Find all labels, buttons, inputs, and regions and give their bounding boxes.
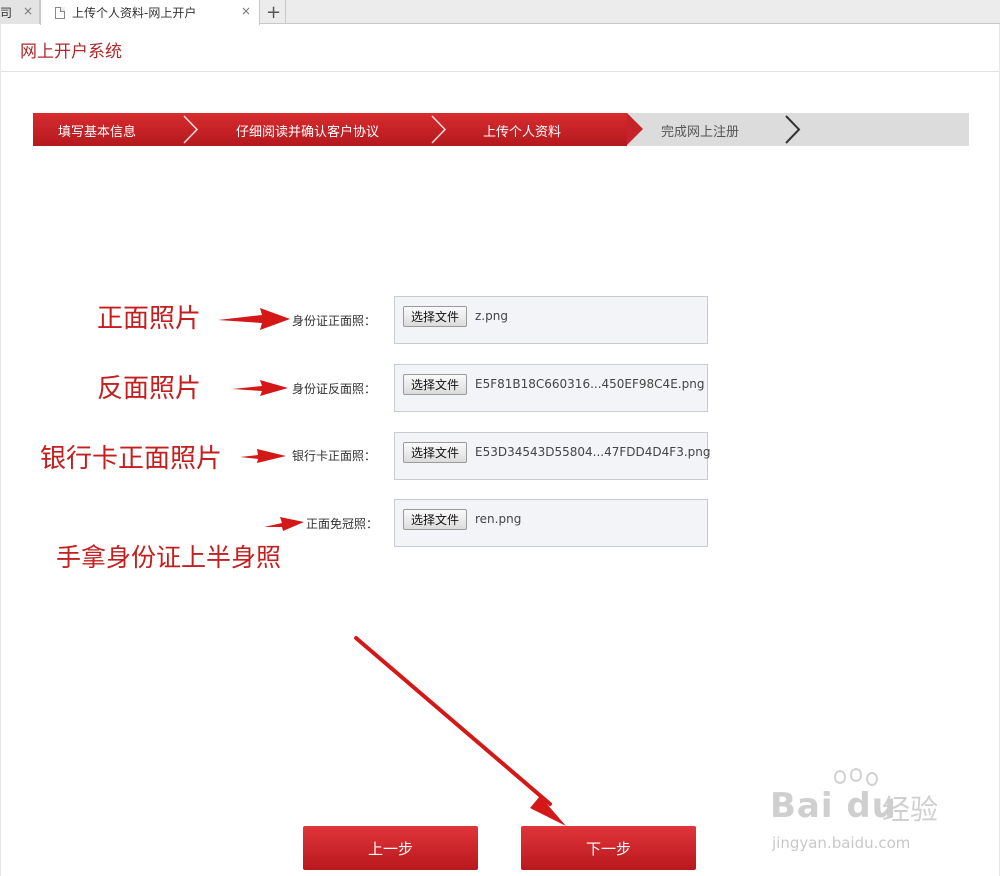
selected-file-name: E53D34543D55804...47FDD4D4F3.png	[475, 445, 711, 459]
bank-card-front-label: 银行卡正面照：	[292, 449, 377, 463]
selected-file-name: E5F81B18C660316...450EF98C4E.png	[475, 377, 705, 391]
id-back-label: 身份证反面照：	[292, 382, 377, 396]
new-tab-button[interactable]: +	[262, 0, 286, 24]
browser-tab-bar: 司 × 上传个人资料-网上开户 × +	[0, 0, 1000, 25]
annotation-bank-card-photo: 银行卡正面照片	[40, 444, 223, 474]
close-icon[interactable]: ×	[241, 4, 251, 18]
step-4-label: 完成网上注册	[661, 125, 740, 140]
id-front-label: 身份证正面照：	[292, 314, 377, 328]
next-step-button[interactable]: 下一步	[521, 826, 696, 870]
choose-file-button[interactable]: 选择文件	[403, 374, 468, 395]
watermark-cn-text: 经验	[882, 793, 939, 826]
step-1-label: 填写基本信息	[58, 125, 137, 140]
browser-tab-inactive[interactable]: 司 ×	[0, 0, 40, 24]
step-separator-icon	[785, 115, 801, 144]
bank-card-front-file-input[interactable]: 选择文件 E53D34543D55804...47FDD4D4F3.png	[394, 432, 711, 480]
watermark-logo-text: Bai du	[770, 786, 897, 826]
id-front-file-input[interactable]: 选择文件 z.png	[394, 296, 708, 344]
paw-icon	[866, 772, 878, 786]
document-icon	[55, 6, 65, 19]
choose-file-button[interactable]: 选择文件	[403, 306, 468, 327]
close-icon[interactable]: ×	[23, 4, 33, 18]
annotation-back-photo: 反面照片	[97, 374, 202, 404]
progress-stepper: 填写基本信息 仔细阅读并确认客户协议 上传个人资料 完成网上注册	[33, 113, 969, 146]
step-3-label: 上传个人资料	[483, 125, 562, 140]
step-2-label: 仔细阅读并确认客户协议	[236, 125, 380, 140]
selected-file-name: ren.png	[475, 512, 522, 526]
id-back-file-input[interactable]: 选择文件 E5F81B18C660316...450EF98C4E.png	[394, 364, 708, 412]
paw-icon	[834, 770, 846, 784]
browser-tab-label: 司	[0, 5, 13, 20]
step-separator-icon	[431, 115, 447, 144]
choose-file-button[interactable]: 选择文件	[403, 442, 468, 463]
browser-tab-active[interactable]: 上传个人资料-网上开户 ×	[40, 0, 260, 25]
page-title: 网上开户系统	[20, 42, 122, 62]
portrait-file-input[interactable]: 选择文件 ren.png	[394, 499, 708, 547]
app-header: 网上开户系统	[1, 24, 999, 72]
paw-icon	[850, 768, 862, 782]
annotation-holding-id-photo: 手拿身份证上半身照	[56, 543, 282, 572]
baidu-watermark: Bai du 经验 jingyan.baidu.com	[762, 768, 962, 858]
watermark-url: jingyan.baidu.com	[772, 834, 911, 852]
choose-file-button[interactable]: 选择文件	[403, 509, 468, 530]
previous-step-button[interactable]: 上一步	[303, 826, 478, 870]
annotation-front-photo: 正面照片	[97, 304, 202, 334]
selected-file-name: z.png	[475, 309, 508, 323]
browser-tab-label: 上传个人资料-网上开户	[72, 6, 197, 20]
step-separator-icon	[183, 115, 199, 144]
portrait-label: 正面免冠照：	[306, 517, 379, 531]
